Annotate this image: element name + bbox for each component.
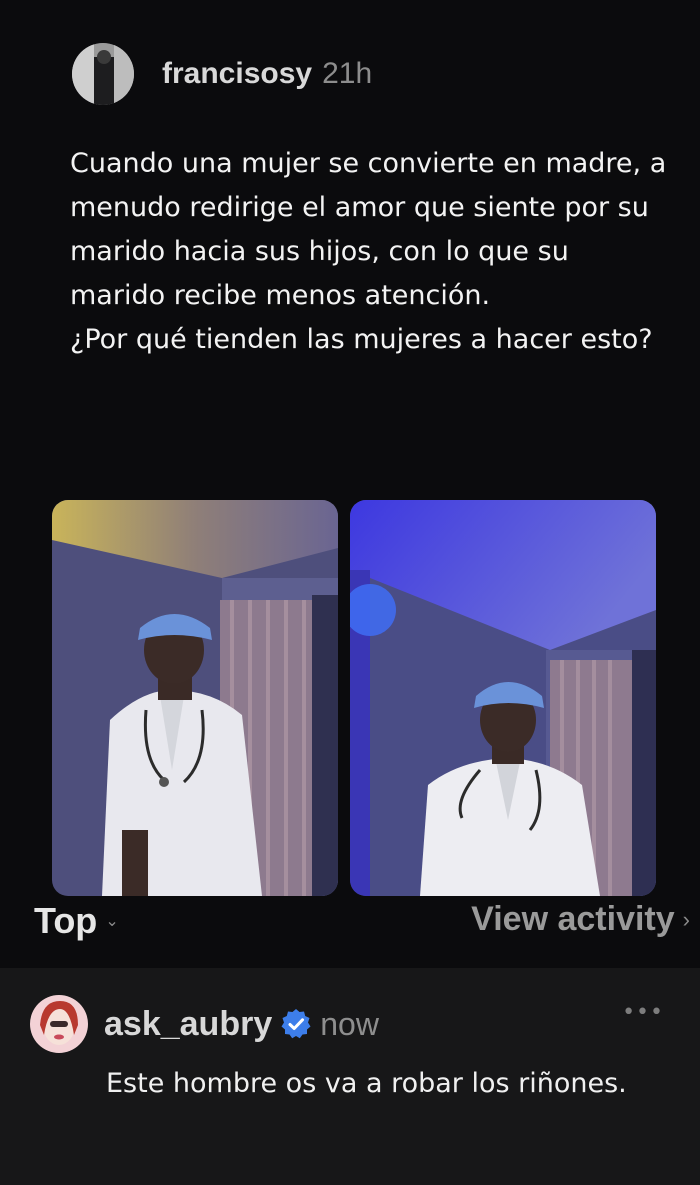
post-photo-1[interactable] [52,500,338,896]
post-photo-2[interactable] [350,500,656,896]
verified-badge-icon [281,1009,311,1039]
sort-dropdown[interactable]: Top ⌄ [34,900,119,942]
author-avatar[interactable] [72,43,134,105]
reply-header: ask_aubry now [30,994,379,1054]
post-body: Cuando una mujer se convierte en madre, … [70,142,670,362]
author-username[interactable]: francisosy [162,57,312,91]
post-timestamp: 21h [322,57,373,90]
post-header: francisosy 21h [72,38,372,110]
sort-label: Top [34,900,98,941]
reply-username[interactable]: ask_aubry [104,1005,272,1044]
reply-timestamp: now [320,1005,379,1042]
reply-body: Este hombre os va a robar los riñones. [106,1068,627,1099]
view-activity-link[interactable]: View activity › [471,900,690,939]
more-icon[interactable]: ••• [622,1000,664,1025]
post-text-question: ¿Por qué tienden las mujeres a hacer est… [70,324,653,355]
reply-avatar[interactable] [30,995,88,1053]
chevron-right-icon: › [682,906,690,932]
post-text-paragraph: Cuando una mujer se convierte en madre, … [70,148,667,311]
view-activity-label: View activity [471,900,675,938]
chevron-down-icon: ⌄ [105,913,119,930]
